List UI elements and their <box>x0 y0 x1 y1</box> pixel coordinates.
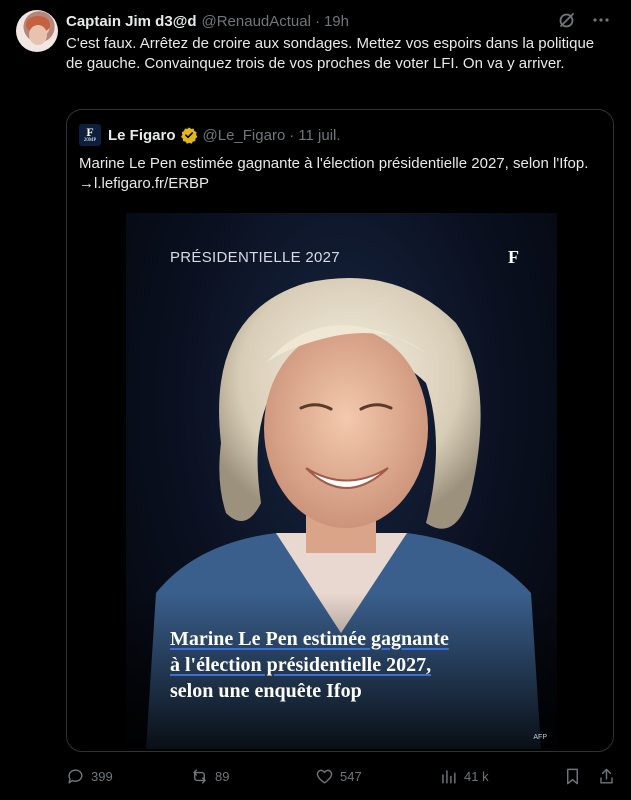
like-button[interactable]: 547 <box>315 767 362 786</box>
headline-line-1: Marine Le Pen estimée gagnante <box>170 628 449 650</box>
quote-date[interactable]: 11 juil. <box>298 127 340 144</box>
bookmark-button[interactable] <box>563 767 582 786</box>
retweet-count: 89 <box>215 768 230 784</box>
quote-header: F 20MP Le Figaro @Le_Figaro · 11 juil. <box>79 124 341 146</box>
avatar-letter: F <box>86 125 94 139</box>
reply-icon <box>68 768 83 784</box>
grok-icon[interactable] <box>557 10 577 34</box>
tweet-header: Captain Jim d3@d @RenaudActual · 19h <box>66 10 619 32</box>
views-button[interactable]: 41 k <box>439 767 489 786</box>
image-label: PRÉSIDENTIELLE 2027 <box>170 249 340 266</box>
image-headline: Marine Le Pen estimée gagnante à l'élect… <box>170 626 530 704</box>
author-name[interactable]: Captain Jim d3@d <box>66 13 196 30</box>
more-icon[interactable] <box>591 10 611 34</box>
quoted-tweet[interactable]: F 20MP Le Figaro @Le_Figaro · 11 juil. M… <box>66 109 614 752</box>
heart-icon <box>316 769 333 784</box>
retweet-icon <box>193 768 206 784</box>
quote-image[interactable]: PRÉSIDENTIELLE 2027 F Marine Le Pen esti… <box>126 213 557 749</box>
tweet-text: C'est faux. Arrêtez de croire aux sondag… <box>66 35 595 72</box>
avatar[interactable] <box>16 10 58 52</box>
le-figaro-avatar[interactable]: F 20MP <box>79 124 101 146</box>
like-count: 547 <box>340 768 362 784</box>
author-handle[interactable]: @RenaudActual <box>201 13 310 30</box>
headline-line-2: à l'élection présidentielle 2027, <box>170 654 432 676</box>
views-count: 41 k <box>464 768 489 784</box>
views-icon <box>442 769 456 784</box>
quote-text: Marine Le Pen estimée gagnante à l'élect… <box>79 155 589 192</box>
bookmark-icon <box>567 768 578 784</box>
quote-author-handle[interactable]: @Le_Figaro <box>203 127 286 144</box>
separator-dot: · <box>314 12 320 30</box>
reply-button[interactable]: 399 <box>66 767 113 786</box>
share-button[interactable] <box>597 767 616 786</box>
figaro-logo-icon: F <box>508 247 519 267</box>
photo-credit: AFP <box>533 734 547 741</box>
avatar-sub: 20MP <box>83 138 97 143</box>
share-icon <box>600 768 613 784</box>
separator-dot: · <box>289 126 295 144</box>
tweet-time[interactable]: 19h <box>324 13 349 30</box>
reply-count: 399 <box>91 768 113 784</box>
retweet-button[interactable]: 89 <box>190 767 229 786</box>
quote-author-name[interactable]: Le Figaro <box>108 127 176 144</box>
headline-line-3: selon une enquête Ifop <box>170 680 362 702</box>
action-bar: 399 89 547 41 k <box>66 764 618 788</box>
verified-badge-icon <box>180 126 198 144</box>
